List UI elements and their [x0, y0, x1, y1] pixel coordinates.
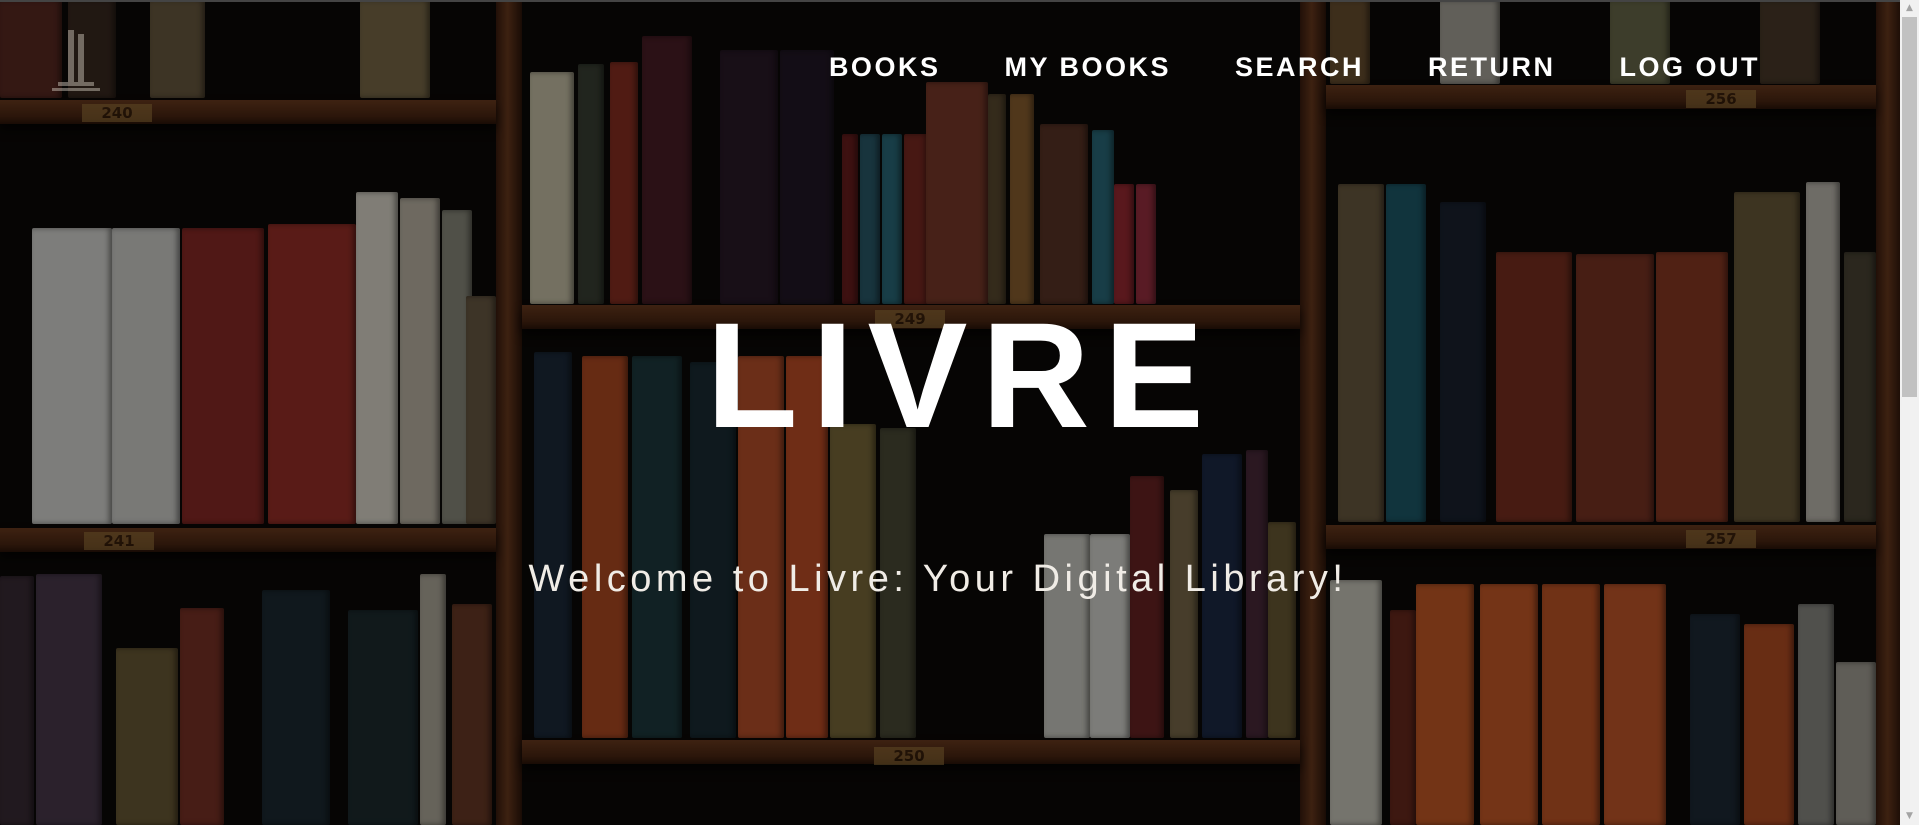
hero-title: LIVRE — [706, 291, 1218, 459]
nav-search-link[interactable]: SEARCH — [1235, 52, 1364, 83]
hero-section: 240 241 249 250 256 257 BOOKS MY BOOKS S… — [0, 0, 1900, 825]
vertical-scrollbar[interactable]: ▲ ▼ — [1900, 0, 1919, 825]
nav-books-link[interactable]: BOOKS — [829, 52, 941, 83]
scrollbar-thumb[interactable] — [1902, 17, 1917, 397]
hero-subtitle: Welcome to Livre: Your Digital Library! — [528, 558, 1348, 600]
book-logo-icon[interactable] — [48, 30, 106, 92]
scroll-up-arrow-icon[interactable]: ▲ — [1900, 0, 1919, 17]
main-nav: BOOKS MY BOOKS SEARCH RETURN LOG OUT — [829, 52, 1760, 83]
nav-log-out-link[interactable]: LOG OUT — [1620, 52, 1761, 83]
scroll-down-arrow-icon[interactable]: ▼ — [1900, 808, 1919, 825]
nav-my-books-link[interactable]: MY BOOKS — [1004, 52, 1171, 83]
nav-return-link[interactable]: RETURN — [1428, 52, 1556, 83]
top-border — [0, 0, 1900, 2]
